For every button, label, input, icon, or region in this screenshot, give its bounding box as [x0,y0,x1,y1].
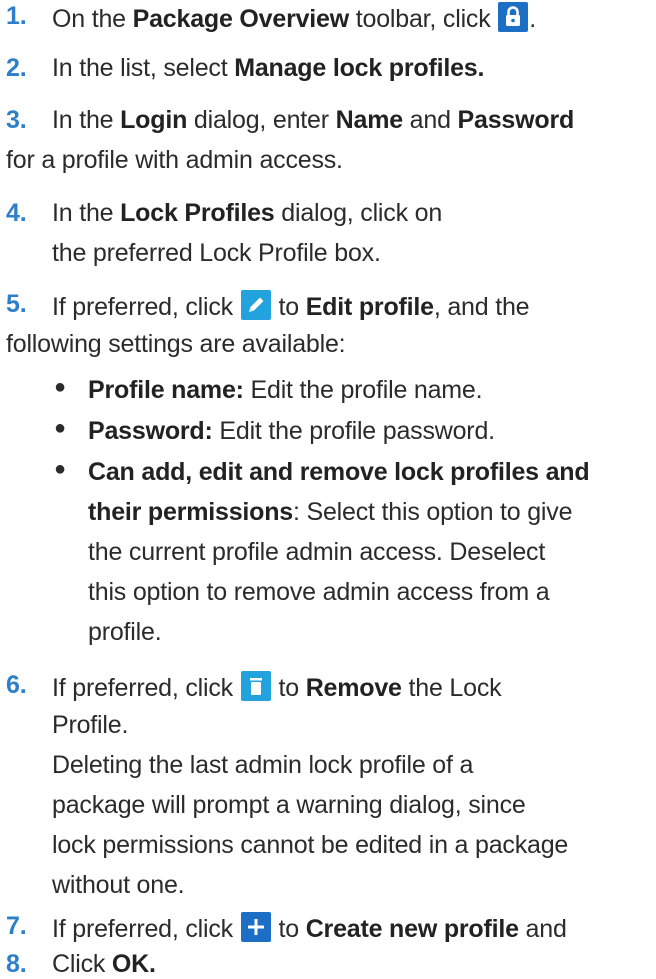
step-text: If preferred, click to Remove the Lock [52,671,502,703]
step-number: 7. [6,912,27,940]
step-text: In the Lock Profiles dialog, click on [52,199,443,227]
bullet-dot: ● [54,458,66,480]
plus-icon [240,912,271,942]
step-number: 8. [6,950,27,978]
trash-icon [240,671,271,701]
step-number: 6. [6,671,27,699]
step-text: Click OK. [52,950,156,978]
lock-icon [498,2,529,32]
step-text: On the Package Overview toolbar, click . [52,2,536,34]
instructions-document: 1. On the Package Overview toolbar, clic… [6,2,590,978]
step-text: If preferred, click to Edit profile, and… [52,290,530,322]
edit-pencil-icon [240,290,271,320]
step-number: 4. [6,199,27,227]
step-number: 2. [6,54,27,82]
bullet-dot: ● [54,417,66,439]
bullet-dot: ● [54,376,66,398]
step-text: If preferred, click to Create new profil… [52,912,567,944]
step-number: 3. [6,106,27,134]
step-number: 1. [6,2,27,30]
step-number: 5. [6,290,27,318]
step-text: In the list, select Manage lock profiles… [52,54,485,82]
step-text: In the Login dialog, enter Name and Pass… [52,106,575,134]
